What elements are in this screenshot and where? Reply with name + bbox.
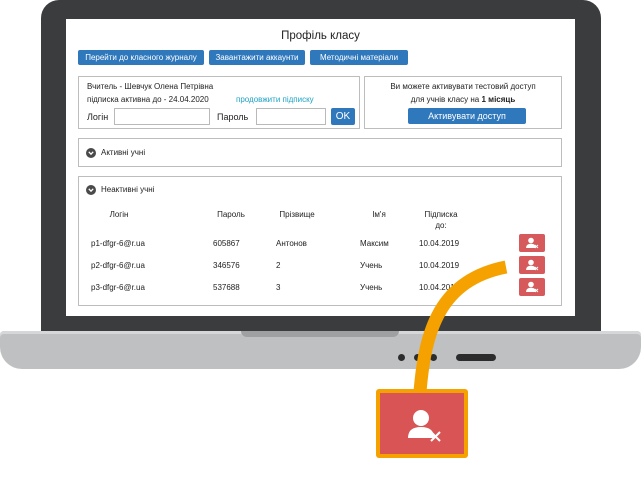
callout-frame	[376, 389, 468, 458]
user-remove-icon	[408, 410, 441, 442]
callout-arrow	[413, 260, 508, 393]
delete-student-button-zoomed	[380, 393, 464, 454]
